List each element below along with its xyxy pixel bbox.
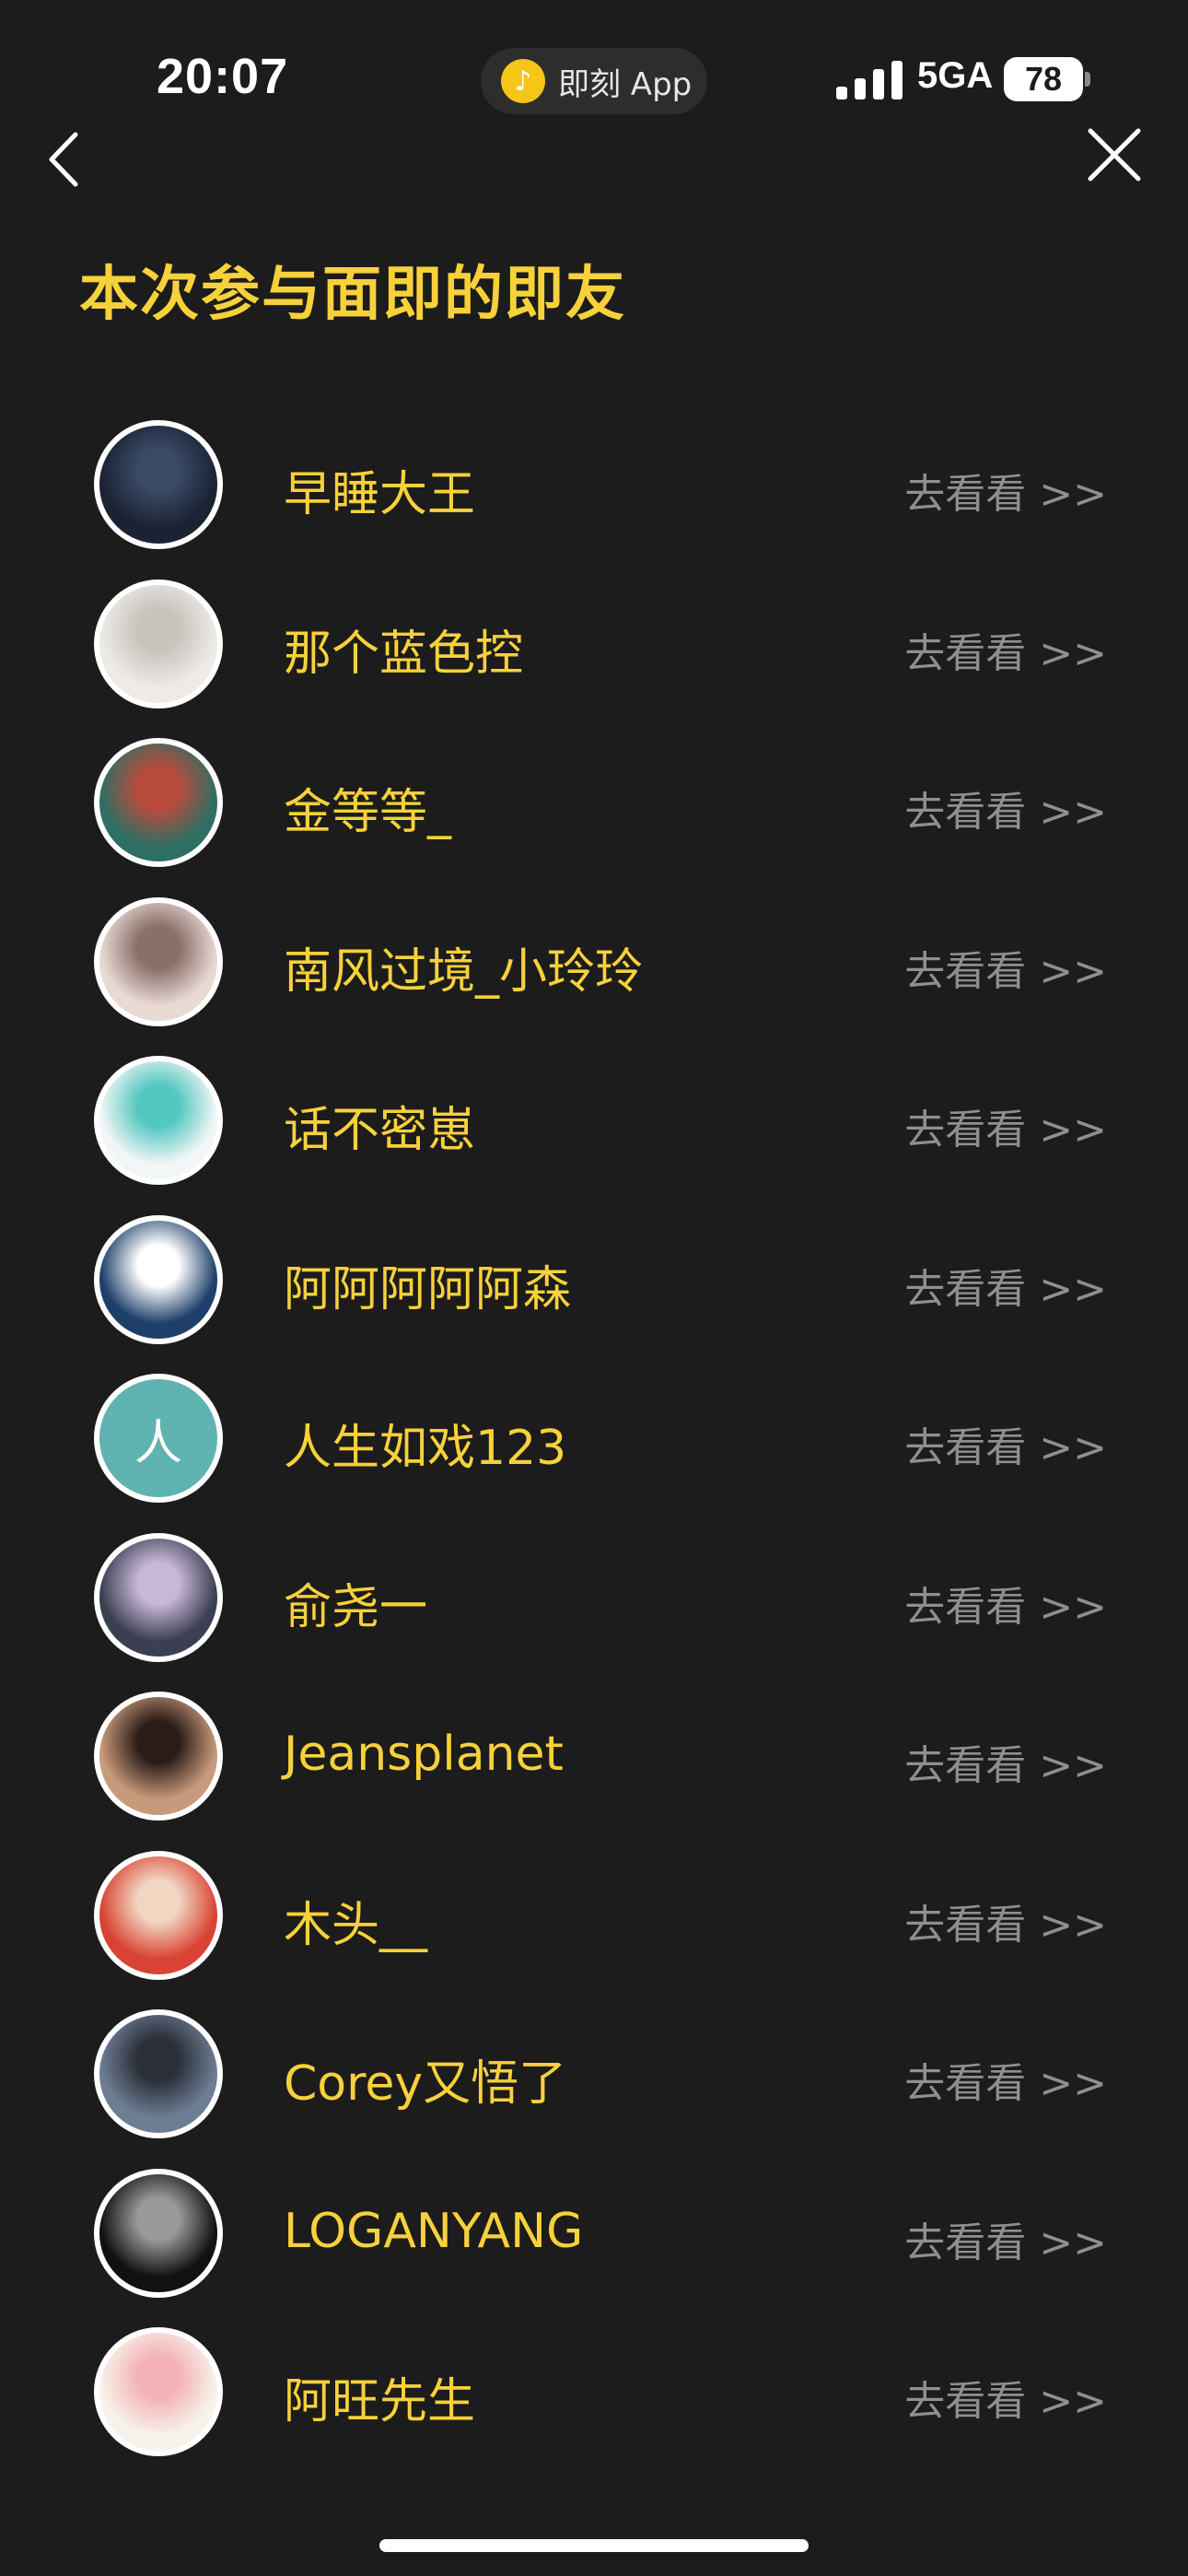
- friend-name[interactable]: 阿阿阿阿阿森: [284, 1250, 571, 1319]
- page-title: 本次参与面即的即友: [79, 261, 626, 329]
- cellular-signal-icon: [836, 61, 903, 100]
- friend-row[interactable]: 南风过境_小玲玲 去看看 >>: [0, 897, 1188, 1056]
- close-icon[interactable]: [1085, 125, 1144, 184]
- view-profile-link[interactable]: 去看看 >>: [904, 2050, 1107, 2109]
- avatar-cat-icon[interactable]: [94, 897, 223, 1026]
- view-profile-link[interactable]: 去看看 >>: [904, 620, 1107, 679]
- view-profile-link[interactable]: 去看看 >>: [904, 1574, 1107, 1633]
- back-chevron-icon[interactable]: [42, 127, 88, 192]
- view-profile-link[interactable]: 去看看 >>: [904, 2368, 1107, 2427]
- avatar-anime-icon[interactable]: [94, 1056, 223, 1185]
- status-time: 20:07: [157, 49, 289, 104]
- friend-name[interactable]: Jeansplanet: [284, 1727, 564, 1782]
- avatar-initial: 人: [134, 1415, 182, 1471]
- friend-row[interactable]: 话不密崽 去看看 >>: [0, 1056, 1188, 1214]
- avatar-cat-icon[interactable]: [94, 580, 223, 708]
- home-indicator[interactable]: [379, 2539, 809, 2552]
- friend-name[interactable]: 早睡大王: [284, 455, 475, 524]
- friend-row[interactable]: 阿阿阿阿阿森 去看看 >>: [0, 1215, 1188, 1374]
- avatar-photo-icon[interactable]: [94, 738, 223, 867]
- view-profile-link[interactable]: 去看看 >>: [904, 938, 1107, 997]
- battery-cap: [1085, 72, 1090, 87]
- friend-row[interactable]: 那个蓝色控 去看看 >>: [0, 580, 1188, 738]
- avatar-photo-icon[interactable]: [94, 1533, 223, 1662]
- view-profile-link[interactable]: 去看看 >>: [904, 461, 1107, 520]
- jike-app-icon: ♪: [501, 59, 545, 103]
- avatar-photo-icon[interactable]: [94, 2009, 223, 2138]
- avatar-photo-icon[interactable]: [94, 1692, 223, 1821]
- friend-row[interactable]: 人 人生如戏123 去看看 >>: [0, 1374, 1188, 1532]
- avatar-logo-icon[interactable]: [94, 1215, 223, 1344]
- friend-name[interactable]: 那个蓝色控: [284, 615, 523, 684]
- view-profile-link[interactable]: 去看看 >>: [904, 1891, 1107, 1950]
- friend-row[interactable]: Jeansplanet 去看看 >>: [0, 1692, 1188, 1850]
- network-type: 5GA: [917, 55, 994, 96]
- avatar-illustration-icon[interactable]: [94, 1851, 223, 1980]
- friend-name[interactable]: Corey又悟了: [284, 2044, 566, 2113]
- view-profile-link[interactable]: 去看看 >>: [904, 1414, 1107, 1473]
- friend-name[interactable]: 话不密崽: [284, 1091, 475, 1160]
- view-profile-link[interactable]: 去看看 >>: [904, 2209, 1107, 2268]
- friend-row[interactable]: 俞尧一 去看看 >>: [0, 1533, 1188, 1692]
- friend-name[interactable]: 俞尧一: [284, 1568, 427, 1637]
- friend-name[interactable]: 南风过境_小玲玲: [284, 932, 643, 1001]
- friend-row[interactable]: 早睡大王 去看看 >>: [0, 420, 1188, 579]
- friend-row[interactable]: LOGANYANG 去看看 >>: [0, 2169, 1188, 2327]
- avatar-photo-icon[interactable]: [94, 2169, 223, 2298]
- avatar-initial-icon[interactable]: 人: [94, 1374, 223, 1503]
- view-profile-link[interactable]: 去看看 >>: [904, 1096, 1107, 1155]
- friend-name[interactable]: 人生如戏123: [284, 1409, 566, 1478]
- app-pill-label: 即刻 App: [558, 65, 693, 103]
- friend-name[interactable]: 阿旺先生: [284, 2362, 475, 2431]
- battery-level: 78: [1024, 60, 1063, 98]
- friend-row[interactable]: 木头__ 去看看 >>: [0, 1851, 1188, 2009]
- return-to-app-pill[interactable]: ♪ 即刻 App: [481, 48, 707, 114]
- view-profile-link[interactable]: 去看看 >>: [904, 1256, 1107, 1315]
- battery-icon: 78: [1004, 57, 1083, 101]
- friend-row[interactable]: 金等等_ 去看看 >>: [0, 738, 1188, 896]
- status-bar: 20:07 ♪ 即刻 App 5GA 78: [0, 0, 1188, 157]
- friend-name[interactable]: 金等等_: [284, 773, 451, 842]
- friend-row[interactable]: Corey又悟了 去看看 >>: [0, 2009, 1188, 2168]
- view-profile-link[interactable]: 去看看 >>: [904, 1732, 1107, 1791]
- view-profile-link[interactable]: 去看看 >>: [904, 779, 1107, 837]
- friend-name[interactable]: 木头__: [284, 1886, 427, 1955]
- avatar-pig-icon[interactable]: [94, 2327, 223, 2456]
- friend-row[interactable]: 阿旺先生 去看看 >>: [0, 2327, 1188, 2486]
- avatar-photo-icon[interactable]: [94, 420, 223, 549]
- friend-name[interactable]: LOGANYANG: [284, 2204, 583, 2259]
